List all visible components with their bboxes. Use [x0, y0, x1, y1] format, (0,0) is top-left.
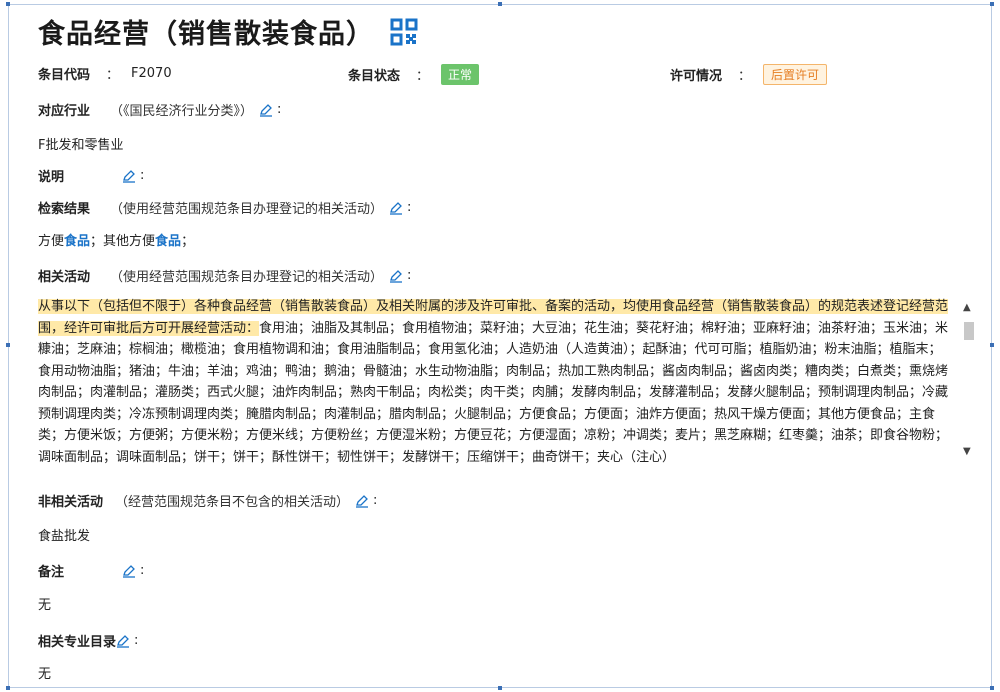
unrelated-section: 非相关活动 （经营范围规范条目不包含的相关活动） : — [38, 491, 377, 510]
related-scrollbar[interactable]: ▲ ▼ — [962, 300, 976, 468]
license-field: 许可情况 ： 后置许可 — [670, 64, 828, 85]
industry-section: 对应行业 （《国民经济行业分类》） : — [38, 100, 281, 119]
resize-handle[interactable] — [990, 686, 994, 690]
resize-handle[interactable] — [498, 686, 502, 690]
search-text: ；其他方便 — [90, 234, 156, 249]
industry-value: F批发和零售业 — [38, 138, 124, 153]
license-badge: 后置许可 — [763, 64, 828, 85]
colon: ： — [106, 68, 120, 83]
remark-label: 备注 — [38, 565, 65, 580]
catalog-label: 相关专业目录 — [38, 635, 117, 650]
resize-handle[interactable] — [990, 2, 994, 6]
colon: : — [140, 563, 145, 578]
colon: ： — [738, 69, 752, 84]
qr-code-icon[interactable] — [390, 18, 418, 46]
resize-handle[interactable] — [6, 2, 10, 6]
industry-label: 对应行业 — [38, 104, 91, 119]
page-title: 食品经营（销售散装食品） — [38, 19, 374, 50]
industry-hint: （《国民经济行业分类》） — [110, 104, 254, 119]
colon: : — [407, 268, 412, 283]
code-label: 条目代码 — [38, 68, 91, 83]
resize-handle[interactable] — [6, 343, 10, 347]
search-text: ； — [181, 234, 195, 249]
edit-pencil-icon[interactable] — [389, 201, 403, 215]
unrelated-value: 食盐批发 — [38, 529, 91, 544]
related-items-text: 食用油；油脂及其制品；食用植物油；菜籽油；大豆油；花生油；葵花籽油；棉籽油；亚麻… — [38, 320, 949, 465]
code-field: 条目代码 ： F2070 — [38, 64, 172, 83]
colon: : — [407, 200, 412, 215]
catalog-value: 无 — [38, 667, 52, 682]
related-activities-box[interactable]: 从事以下（包括但不限于）各种食品经营（销售散装食品）及相关附属的涉及许可审批、备… — [38, 296, 952, 468]
colon: : — [277, 102, 282, 117]
colon: : — [140, 168, 145, 183]
resize-handle[interactable] — [990, 343, 994, 347]
resize-handle[interactable] — [498, 2, 502, 6]
edit-pencil-icon[interactable] — [259, 103, 273, 117]
unrelated-hint: （经营范围规范条目不包含的相关活动） — [115, 495, 350, 510]
edit-pencil-icon[interactable] — [122, 564, 136, 578]
catalog-section: 相关专业目录 : — [38, 631, 138, 650]
description-section: 说明 : — [38, 166, 144, 185]
unrelated-label: 非相关活动 — [38, 495, 104, 510]
edit-pencil-icon[interactable] — [116, 634, 130, 648]
related-hint: （使用经营范围规范条目办理登记的相关活动） — [110, 270, 384, 285]
scroll-down-icon[interactable]: ▼ — [963, 446, 971, 457]
search-keyword: 食品 — [64, 234, 91, 249]
colon: ： — [416, 69, 430, 84]
code-value: F2070 — [131, 66, 172, 81]
edit-pencil-icon[interactable] — [355, 494, 369, 508]
colon: : — [134, 633, 139, 648]
scroll-up-icon[interactable]: ▲ — [963, 302, 971, 313]
related-label: 相关活动 — [38, 270, 91, 285]
license-label: 许可情况 — [670, 69, 723, 84]
colon: : — [373, 493, 378, 508]
edit-pencil-icon[interactable] — [389, 269, 403, 283]
title-row: 食品经营（销售散装食品） — [38, 12, 418, 51]
search-hint: （使用经营范围规范条目办理登记的相关活动） — [110, 202, 384, 217]
search-label: 检索结果 — [38, 202, 91, 217]
status-field: 条目状态 ： 正常 — [348, 64, 480, 85]
resize-handle[interactable] — [6, 686, 10, 690]
description-label: 说明 — [38, 170, 65, 185]
edit-pencil-icon[interactable] — [122, 169, 136, 183]
status-badge: 正常 — [441, 64, 480, 85]
search-text: 方便 — [38, 234, 65, 249]
status-label: 条目状态 — [348, 69, 401, 84]
remark-value: 无 — [38, 598, 52, 613]
scrollbar-thumb[interactable] — [964, 322, 974, 340]
search-section: 检索结果 （使用经营范围规范条目办理登记的相关活动） : — [38, 198, 411, 217]
remark-section: 备注 : — [38, 561, 144, 580]
search-keyword: 食品 — [155, 234, 182, 249]
search-value: 方便食品；其他方便食品； — [38, 230, 194, 249]
related-section: 相关活动 （使用经营范围规范条目办理登记的相关活动） : — [38, 266, 411, 285]
